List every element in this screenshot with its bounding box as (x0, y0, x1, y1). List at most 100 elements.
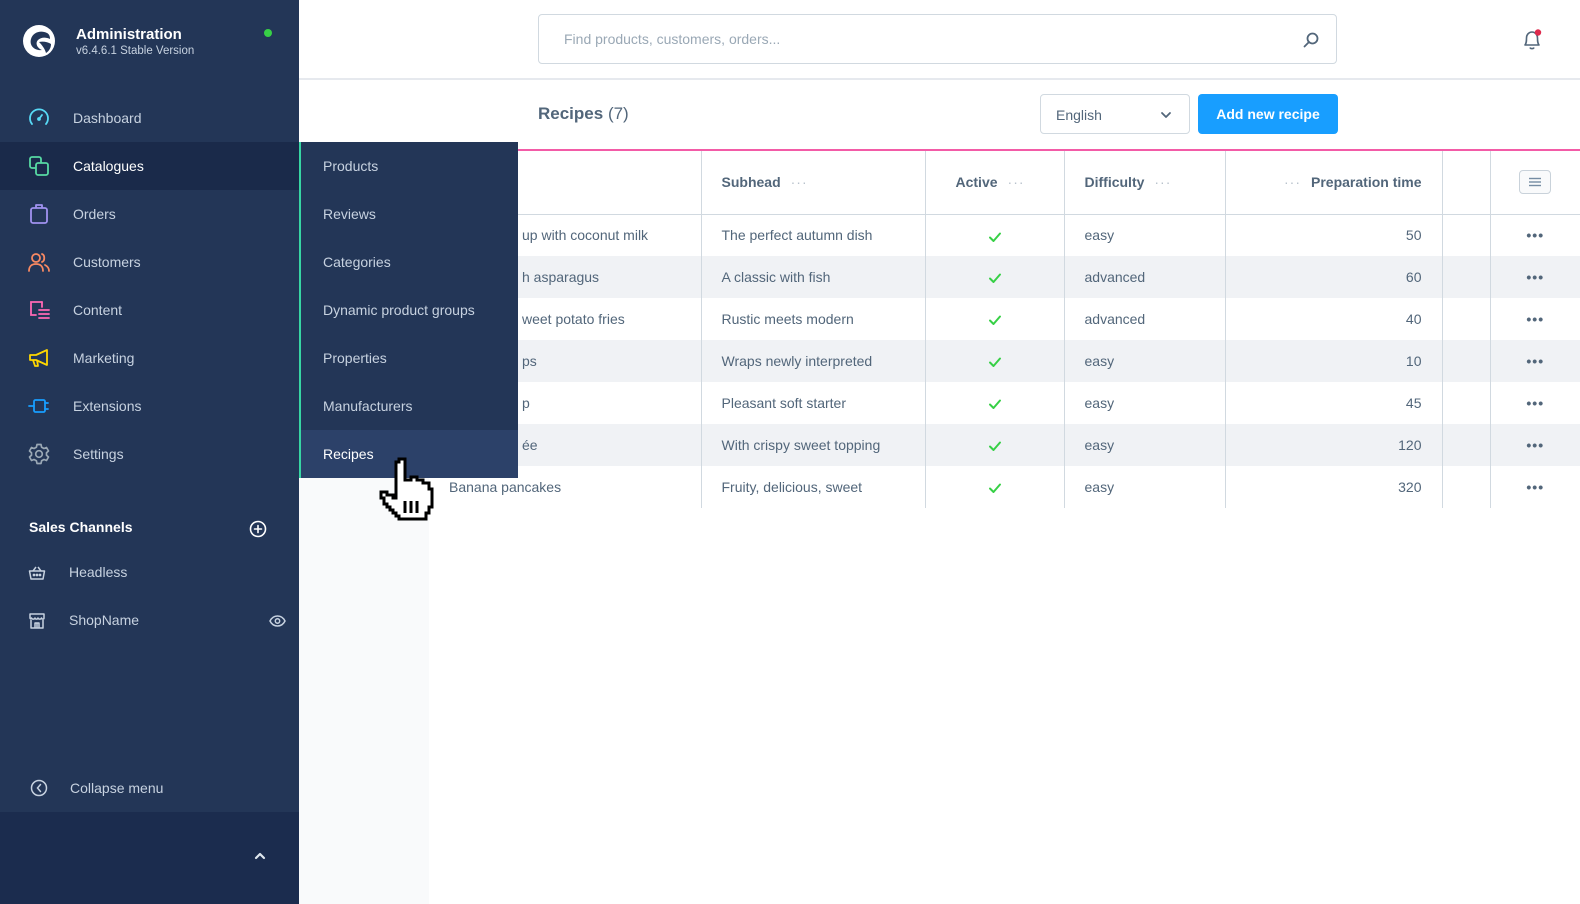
brand-header: Administration v6.4.6.1 Stable Version (0, 0, 299, 90)
submenu-item-reviews[interactable]: Reviews (301, 190, 518, 238)
nav-item-customers[interactable]: Customers (0, 238, 299, 286)
submenu-item-dynamic-product-groups[interactable]: Dynamic product groups (301, 286, 518, 334)
submenu-item-categories[interactable]: Categories (301, 238, 518, 286)
content-icon (30, 301, 50, 319)
table-row[interactable]: ée With crispy sweet topping easy 120 ••• (429, 424, 1580, 466)
cell-subhead: Wraps newly interpreted (701, 340, 926, 382)
nav-item-orders[interactable]: Orders (0, 190, 299, 238)
record-count: (7) (607, 104, 629, 123)
nav-label: Marketing (73, 350, 135, 366)
checkmark-icon (988, 315, 1001, 326)
cell-active (925, 214, 1065, 256)
settings-icon (28, 443, 50, 465)
cell-spacer (1442, 256, 1491, 298)
table-header-row: Subhead ··· Active ··· Difficulty ··· ··· Pr… (429, 151, 1580, 215)
nav-item-catalogues[interactable]: Catalogues (0, 142, 299, 190)
cell-preparation-time: 45 (1225, 382, 1443, 424)
column-menu-icon[interactable]: ··· (1284, 174, 1301, 190)
row-actions-icon[interactable]: ••• (1526, 395, 1544, 411)
table-row[interactable]: up with coconut milk The perfect autumn d… (429, 214, 1580, 256)
column-menu-icon[interactable]: ··· (1008, 174, 1025, 190)
row-actions-icon[interactable]: ••• (1526, 311, 1544, 327)
dashboard-icon (29, 108, 49, 125)
cell-difficulty: easy (1064, 424, 1226, 466)
cell-difficulty: easy (1064, 214, 1226, 256)
cell-subhead: A classic with fish (701, 256, 926, 298)
recipes-grid: Subhead ··· Active ··· Difficulty ··· ··· Pr… (429, 149, 1580, 509)
nav-label: Settings (73, 446, 124, 462)
nav-label: Dashboard (73, 110, 142, 126)
submenu-item-recipes[interactable]: Recipes (301, 430, 518, 478)
row-actions-icon[interactable]: ••• (1526, 437, 1544, 453)
cell-preparation-time: 40 (1225, 298, 1443, 340)
main-navigation: Dashboard Catalogues Orders Customers Co… (0, 94, 299, 478)
grid-settings-button[interactable] (1519, 170, 1552, 195)
table-row[interactable]: weet potato fries Rustic meets modern adva… (429, 298, 1580, 340)
search-input[interactable] (539, 15, 1336, 63)
column-header-difficulty[interactable]: Difficulty ··· (1064, 151, 1226, 215)
nav-label: Extensions (73, 398, 142, 414)
cell-spacer (1442, 466, 1491, 508)
chevron-left-circle-icon (30, 779, 48, 797)
row-actions-icon[interactable]: ••• (1526, 479, 1544, 495)
catalogues-icon (29, 156, 49, 176)
eye-icon[interactable] (269, 615, 286, 627)
submenu-item-properties[interactable]: Properties (301, 334, 518, 382)
nav-item-settings[interactable]: Settings (0, 430, 299, 478)
cell-subhead: The perfect autumn dish (701, 214, 926, 256)
table-row[interactable]: p Pleasant soft starter easy 45 ••• (429, 382, 1580, 424)
sales-channel-headless[interactable]: Headless (0, 553, 299, 593)
chevron-up-icon[interactable] (253, 849, 267, 863)
submenu-item-manufacturers[interactable]: Manufacturers (301, 382, 518, 430)
sales-channel-label: Headless (69, 564, 128, 580)
cell-actions: ••• (1490, 214, 1580, 256)
row-actions-icon[interactable]: ••• (1526, 227, 1544, 243)
checkmark-icon (988, 483, 1001, 494)
checkmark-icon (988, 273, 1001, 284)
column-menu-icon[interactable]: ··· (791, 174, 808, 190)
language-select-value: English (1056, 107, 1102, 123)
cell-actions: ••• (1490, 340, 1580, 382)
row-actions-icon[interactable]: ••• (1526, 269, 1544, 285)
cell-subhead: Rustic meets modern (701, 298, 926, 340)
cell-subhead: With crispy sweet topping (701, 424, 926, 466)
column-header-preparation-time[interactable]: ··· Preparation time (1225, 151, 1443, 215)
customers-icon (28, 253, 50, 272)
nav-item-extensions[interactable]: Extensions (0, 382, 299, 430)
collapse-menu-button[interactable]: Collapse menu (0, 764, 299, 812)
sales-channel-shopname[interactable]: ShopName (0, 601, 299, 641)
extensions-icon (28, 399, 49, 413)
app-title: Administration (76, 26, 182, 43)
global-search (538, 14, 1337, 64)
nav-item-marketing[interactable]: Marketing (0, 334, 299, 382)
column-header-active[interactable]: Active ··· (925, 151, 1065, 215)
submenu-item-products[interactable]: Products (301, 142, 518, 190)
nav-item-content[interactable]: Content (0, 286, 299, 334)
cell-difficulty: easy (1064, 466, 1226, 508)
checkmark-icon (988, 357, 1001, 368)
checkmark-icon (988, 399, 1001, 410)
column-menu-icon[interactable]: ··· (1154, 174, 1171, 190)
table-row[interactable]: ps Wraps newly interpreted easy 10 ••• (429, 340, 1580, 382)
table-row[interactable]: Banana pancakes Fruity, delicious, sweet e… (429, 466, 1580, 508)
add-new-recipe-button[interactable]: Add new recipe (1198, 94, 1338, 134)
search-icon[interactable] (1302, 31, 1320, 49)
cell-active (925, 382, 1065, 424)
add-sales-channel-icon[interactable] (249, 520, 267, 538)
checkmark-icon (988, 232, 1001, 242)
column-header-label: Difficulty (1084, 174, 1145, 191)
nav-item-dashboard[interactable]: Dashboard (0, 94, 299, 142)
cell-spacer (1442, 214, 1491, 256)
nav-label: Orders (73, 206, 116, 222)
language-select[interactable]: English (1040, 94, 1190, 134)
table-row[interactable]: h asparagus A classic with fish advanced 60… (429, 256, 1580, 298)
sales-channels-heading: Sales Channels (29, 519, 133, 535)
cell-preparation-time: 120 (1225, 424, 1443, 466)
cell-spacer (1442, 382, 1491, 424)
cell-difficulty: easy (1064, 382, 1226, 424)
cell-difficulty: advanced (1064, 298, 1226, 340)
row-actions-icon[interactable]: ••• (1526, 353, 1544, 369)
column-header-subhead[interactable]: Subhead ··· (701, 151, 926, 215)
notifications-bell-icon[interactable] (1520, 28, 1544, 52)
recipes-table: Subhead ··· Active ··· Difficulty ··· ··· Pr… (429, 151, 1580, 508)
